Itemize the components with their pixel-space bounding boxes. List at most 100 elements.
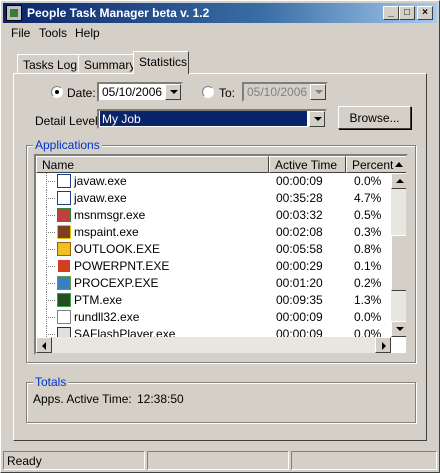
app-name: PROCEXP.EXE <box>74 276 159 290</box>
tree-branch <box>46 300 55 301</box>
browse-button-label: Browse... <box>349 111 400 125</box>
date-picker[interactable]: 05/10/2006 <box>97 82 183 102</box>
table-row[interactable]: OUTLOOK.EXE 00:05:58 0.8% <box>36 241 391 258</box>
tab-summary-label: Summary <box>84 58 136 72</box>
title-bar[interactable]: People Task Manager beta v. 1.2 _ □ × <box>3 3 437 23</box>
table-row[interactable]: PTM.exe 00:09:35 1.3% <box>36 292 391 309</box>
scroll-up-icon[interactable] <box>391 173 406 189</box>
browse-button[interactable]: Browse... <box>338 106 411 129</box>
app-active-time: 00:02:08 <box>276 225 323 239</box>
document-icon <box>57 310 71 324</box>
app-name: rundll32.exe <box>74 310 140 324</box>
tree-branch <box>46 181 55 182</box>
close-button[interactable]: × <box>417 6 433 20</box>
app-percent: 0.2% <box>354 276 382 290</box>
column-active-time[interactable]: Active Time <box>269 156 346 173</box>
tree-branch <box>46 334 55 335</box>
status-pane-3 <box>291 451 437 470</box>
app-active-time: 00:00:09 <box>276 310 323 324</box>
horizontal-scrollbar[interactable] <box>36 337 391 353</box>
app-name: POWERPNT.EXE <box>74 259 170 273</box>
detail-level-label: Detail Level: <box>35 114 102 128</box>
status-bar: Ready <box>3 451 437 471</box>
powerpoint-icon <box>57 259 71 273</box>
app-active-time: 00:00:09 <box>276 174 323 188</box>
tab-summary[interactable]: Summary <box>78 54 135 74</box>
ptm-icon <box>57 293 71 307</box>
date-label: Date: <box>67 86 96 100</box>
to-date-picker[interactable]: 05/10/2006 <box>242 82 328 102</box>
chevron-down-icon[interactable] <box>165 84 181 100</box>
table-row[interactable]: javaw.exe 00:00:09 0.0% <box>36 173 391 190</box>
tree-branch <box>46 232 55 233</box>
minimize-icon: _ <box>388 7 394 18</box>
column-name-label: Name <box>42 158 75 172</box>
app-active-time: 00:35:28 <box>276 191 323 205</box>
app-percent: 0.1% <box>354 259 382 273</box>
app-percent: 0.5% <box>354 208 382 222</box>
app-name: javaw.exe <box>74 174 127 188</box>
app-name: OUTLOOK.EXE <box>74 242 161 256</box>
apps-active-time-label: Apps. Active Time: <box>33 392 132 406</box>
table-row[interactable]: mspaint.exe 00:02:08 0.3% <box>36 224 391 241</box>
outlook-icon <box>57 242 71 256</box>
list-header: Name Active Time Percent <box>36 156 406 173</box>
tab-statistics[interactable]: Statistics <box>133 51 189 74</box>
process-explorer-icon <box>57 276 71 290</box>
menu-file[interactable]: File <box>11 26 30 40</box>
scroll-thumb[interactable] <box>391 235 406 291</box>
table-row[interactable]: POWERPNT.EXE 00:00:29 0.1% <box>36 258 391 275</box>
window-title: People Task Manager beta v. 1.2 <box>27 6 210 20</box>
tree-branch <box>46 215 55 216</box>
tab-statistics-label: Statistics <box>139 55 188 69</box>
to-radio[interactable] <box>202 86 214 98</box>
tree-branch <box>46 198 55 199</box>
tab-tasks-log[interactable]: Tasks Log <box>17 54 79 74</box>
tree-branch <box>46 266 55 267</box>
app-icon <box>6 5 22 21</box>
app-active-time: 00:03:32 <box>276 208 323 222</box>
app-active-time: 00:00:29 <box>276 259 323 273</box>
scroll-right-icon[interactable] <box>375 337 391 353</box>
window-icon <box>57 191 71 205</box>
maximize-button[interactable]: □ <box>399 6 415 20</box>
scroll-left-icon[interactable] <box>36 337 52 353</box>
menu-help[interactable]: Help <box>75 26 100 40</box>
app-name: mspaint.exe <box>74 225 139 239</box>
column-percent[interactable]: Percent <box>346 156 406 173</box>
table-row[interactable]: PROCEXP.EXE 00:01:20 0.2% <box>36 275 391 292</box>
chevron-down-icon[interactable] <box>309 111 325 127</box>
paint-icon <box>57 225 71 239</box>
totals-title: Totals <box>33 375 69 389</box>
sort-ascending-icon <box>395 162 403 167</box>
applications-title: Applications <box>33 138 102 152</box>
app-percent: 0.3% <box>354 225 382 239</box>
menu-bar: File Tools Help <box>3 23 437 42</box>
messenger-icon <box>57 208 71 222</box>
app-percent: 1.3% <box>354 293 382 307</box>
app-name: msnmsgr.exe <box>74 208 146 222</box>
column-name[interactable]: Name <box>36 156 269 173</box>
vertical-scrollbar[interactable] <box>391 173 406 337</box>
table-row[interactable]: msnmsgr.exe 00:03:32 0.5% <box>36 207 391 224</box>
app-active-time: 00:01:20 <box>276 276 323 290</box>
app-active-time: 00:05:58 <box>276 242 323 256</box>
tree-branch <box>46 283 55 284</box>
close-icon: × <box>422 7 428 18</box>
app-percent: 0.0% <box>354 174 382 188</box>
detail-level-value: My Job <box>100 111 307 126</box>
status-text: Ready <box>3 451 145 470</box>
menu-tools[interactable]: Tools <box>39 26 67 40</box>
apps-active-time-value: 12:38:50 <box>137 392 184 406</box>
chevron-down-icon[interactable] <box>310 84 326 100</box>
table-row[interactable]: rundll32.exe 00:00:09 0.0% <box>36 309 391 326</box>
app-percent: 0.8% <box>354 242 382 256</box>
table-row[interactable]: javaw.exe 00:35:28 4.7% <box>36 190 391 207</box>
scroll-down-icon[interactable] <box>391 321 406 337</box>
app-active-time: 00:09:35 <box>276 293 323 307</box>
detail-level-select[interactable]: My Job <box>97 109 327 129</box>
minimize-button[interactable]: _ <box>383 6 399 20</box>
column-percent-label: Percent <box>352 158 394 172</box>
applications-list[interactable]: Name Active Time Percent javaw.exe 00:00:… <box>34 154 408 355</box>
date-radio[interactable] <box>51 86 63 98</box>
